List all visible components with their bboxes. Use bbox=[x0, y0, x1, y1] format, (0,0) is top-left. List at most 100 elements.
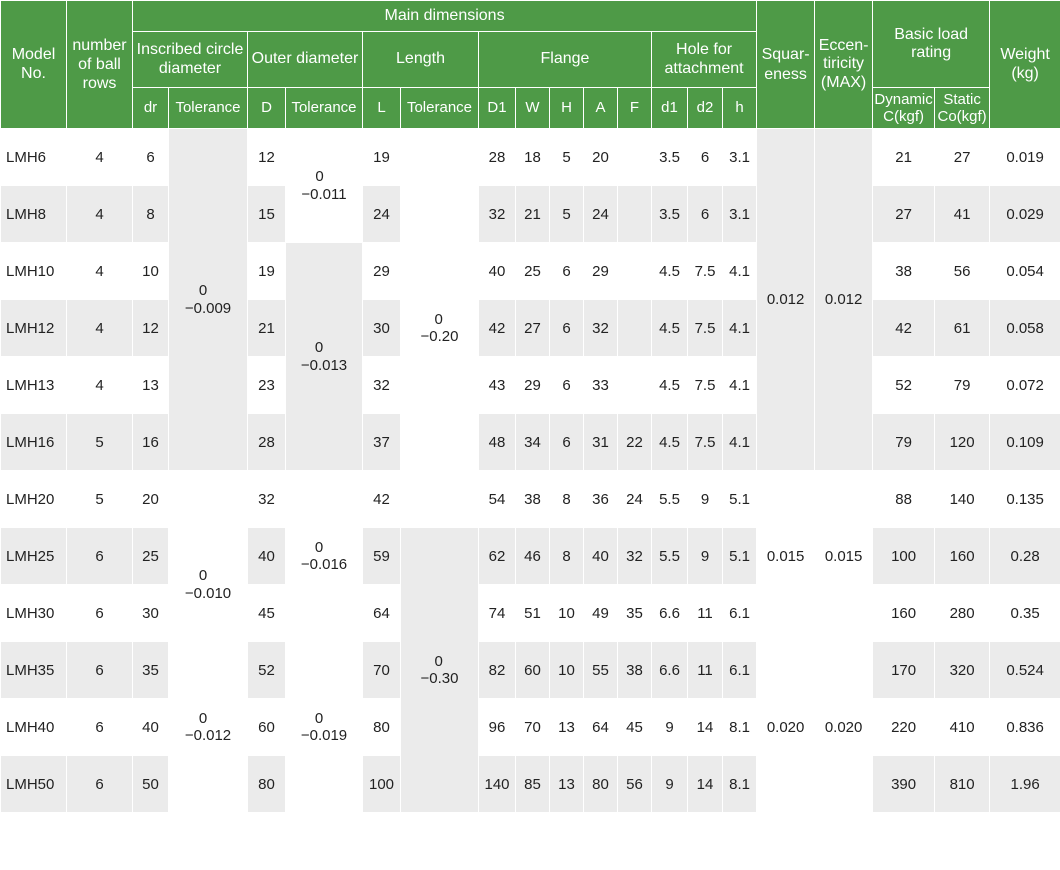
header-dr-tolerance: Tolerance bbox=[168, 87, 248, 129]
cell-ball_rows: 4 bbox=[66, 185, 133, 243]
cell-d1: 9 bbox=[651, 698, 688, 756]
cell-eccentricity: 0.020 bbox=[814, 641, 874, 813]
cell-D1: 32 bbox=[478, 185, 516, 243]
cell-dynamic: 38 bbox=[872, 242, 936, 300]
cell-D-tolerance: 0 −0.016 bbox=[285, 470, 363, 642]
cell-static: 56 bbox=[934, 242, 991, 300]
cell-ball_rows: 4 bbox=[66, 242, 133, 300]
cell-model: LMH6 bbox=[0, 128, 67, 186]
cell-D-tolerance: 0 −0.019 bbox=[285, 641, 363, 813]
cell-model: LMH13 bbox=[0, 356, 67, 414]
header-model-no: Model No. bbox=[0, 0, 67, 129]
cell-L-tolerance: 0 −0.20 bbox=[400, 128, 479, 528]
cell-h: 8.1 bbox=[721, 698, 758, 756]
cell-W: 18 bbox=[515, 128, 550, 186]
cell-L: 42 bbox=[362, 470, 401, 528]
cell-static: 79 bbox=[934, 356, 991, 414]
cell-H: 8 bbox=[549, 527, 584, 585]
cell-D1: 40 bbox=[478, 242, 516, 300]
table-row: LMH30 6 30 45 64 74 51 10 49 35 6.6 11 6.1 160 280 0.35 bbox=[0, 584, 1060, 642]
cell-model: LMH8 bbox=[0, 185, 67, 243]
cell-h: 4.1 bbox=[721, 242, 758, 300]
cell-weight: 0.072 bbox=[989, 356, 1060, 414]
cell-dr: 30 bbox=[132, 584, 169, 642]
cell-dynamic: 390 bbox=[872, 755, 936, 813]
tolerance-upper: 0 bbox=[315, 168, 324, 186]
cell-weight: 0.135 bbox=[989, 470, 1060, 528]
cell-D1: 74 bbox=[478, 584, 516, 642]
cell-h: 5.1 bbox=[721, 527, 758, 585]
cell-L-tolerance: 0 −0.30 bbox=[400, 527, 479, 813]
cell-weight: 0.28 bbox=[989, 527, 1060, 585]
cell-model: LMH20 bbox=[0, 470, 67, 528]
cell-dynamic: 42 bbox=[872, 299, 936, 357]
cell-d2: 9 bbox=[687, 527, 723, 585]
cell-D: 52 bbox=[247, 641, 286, 699]
header-basic-load-rating: Basic load rating bbox=[872, 0, 991, 88]
table-row: LMH13 4 13 23 32 43 29 6 33 4.5 7.5 4.1 52 79 0.072 bbox=[0, 356, 1060, 414]
cell-D: 19 bbox=[247, 242, 286, 300]
cell-weight: 0.058 bbox=[989, 299, 1060, 357]
cell-dynamic: 170 bbox=[872, 641, 936, 699]
cell-ball_rows: 6 bbox=[66, 755, 133, 813]
tolerance-lower: −0.30 bbox=[420, 670, 459, 687]
cell-model: LMH12 bbox=[0, 299, 67, 357]
cell-dr-tolerance: 0 −0.009 bbox=[168, 128, 248, 471]
cell-W: 21 bbox=[515, 185, 550, 243]
header-ball-rows: number of ball rows bbox=[66, 0, 133, 129]
cell-static: 27 bbox=[934, 128, 991, 186]
table-row: LMH25 6 25 0 −0.010 40 59 0 −0.30 62 46 8 40 32 5.5 9 5.… bbox=[0, 527, 1060, 813]
table-row: LMH8 4 8 15 24 32 21 5 24 3.5 6 3.1 27 41 0.029 bbox=[0, 185, 1060, 243]
cell-dynamic: 27 bbox=[872, 185, 936, 243]
table-body: LMH6 4 6 0 −0.009 12 0 −0.011 19 0 −0.20 28 18 5 20 3.5… bbox=[0, 128, 1060, 813]
cell-dynamic: 100 bbox=[872, 527, 936, 585]
cell-D1: 140 bbox=[478, 755, 516, 813]
header-H: H bbox=[549, 87, 584, 129]
cell-squareness: 0.012 bbox=[756, 128, 816, 471]
header-W: W bbox=[515, 87, 550, 129]
cell-D1: 42 bbox=[478, 299, 516, 357]
cell-H: 6 bbox=[549, 413, 584, 471]
cell-D-tolerance-value: 0 −0.019 bbox=[301, 710, 347, 745]
cell-weight: 0.836 bbox=[989, 698, 1060, 756]
tolerance-lower: −0.012 bbox=[184, 727, 232, 744]
cell-dr: 13 bbox=[132, 356, 169, 414]
cell-dynamic: 88 bbox=[872, 470, 936, 528]
cell-d1: 3.5 bbox=[651, 128, 688, 186]
cell-W: 38 bbox=[515, 470, 550, 528]
cell-D1: 28 bbox=[478, 128, 516, 186]
cell-F bbox=[617, 242, 652, 300]
cell-h: 4.1 bbox=[721, 356, 758, 414]
spec-table-container: Model No. number of ball rows Main dimen… bbox=[0, 0, 1060, 870]
cell-d1: 4.5 bbox=[651, 356, 688, 414]
table-row: LMH20 5 20 32 0 −0.016 42 54 38 8 36 24 5.5 9 5.1 0.015… bbox=[0, 470, 1060, 642]
cell-d1: 4.5 bbox=[651, 242, 688, 300]
cell-H: 6 bbox=[549, 299, 584, 357]
cell-F: 32 bbox=[617, 527, 652, 585]
header-D: D bbox=[247, 87, 286, 129]
cell-W: 29 bbox=[515, 356, 550, 414]
cell-W: 60 bbox=[515, 641, 550, 699]
cell-W: 34 bbox=[515, 413, 550, 471]
cell-static: 320 bbox=[934, 641, 991, 699]
cell-A: 24 bbox=[583, 185, 618, 243]
cell-H: 8 bbox=[549, 470, 584, 528]
cell-d2: 7.5 bbox=[687, 299, 723, 357]
cell-weight: 0.109 bbox=[989, 413, 1060, 471]
cell-ball_rows: 4 bbox=[66, 128, 133, 186]
tolerance-upper: 0 bbox=[434, 652, 443, 670]
header-main-dimensions: Main dimensions bbox=[131, 0, 758, 32]
cell-L: 70 bbox=[362, 641, 401, 699]
table-row: LMH6 4 6 0 −0.009 12 0 −0.011 19 0 −0.20 28 18 5 20 3.5… bbox=[0, 128, 1060, 528]
table-row: LMH16 5 16 28 37 48 34 6 31 22 4.5 7.5 4.1 79 120 0.109 bbox=[0, 413, 1060, 471]
cell-F bbox=[617, 299, 652, 357]
cell-d2: 11 bbox=[687, 641, 723, 699]
cell-h: 5.1 bbox=[721, 470, 758, 528]
cell-F: 45 bbox=[617, 698, 652, 756]
cell-D1: 43 bbox=[478, 356, 516, 414]
cell-A: 31 bbox=[583, 413, 618, 471]
cell-dr: 10 bbox=[132, 242, 169, 300]
header-D1: D1 bbox=[478, 87, 516, 129]
cell-ball_rows: 5 bbox=[66, 470, 133, 528]
cell-static: 120 bbox=[934, 413, 991, 471]
